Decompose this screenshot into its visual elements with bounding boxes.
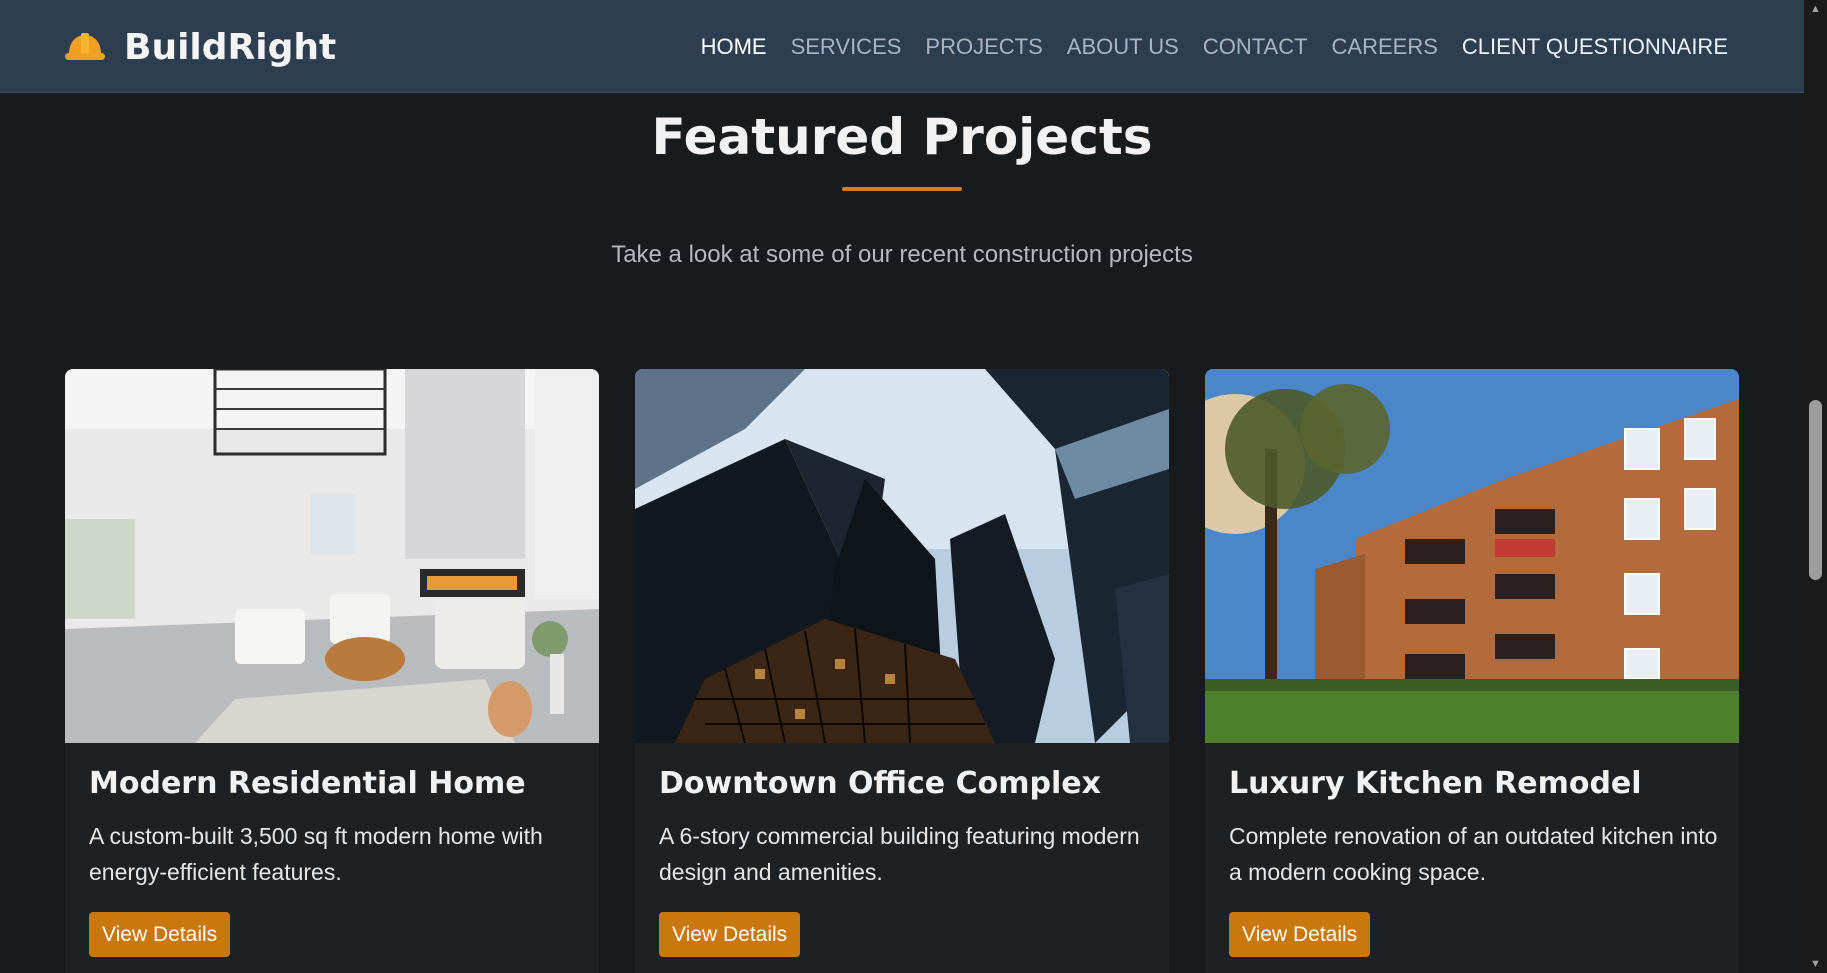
- nav-careers[interactable]: CAREERS: [1332, 34, 1438, 60]
- section-subtitle: Take a look at some of our recent constr…: [611, 241, 1193, 268]
- project-card-office: Downtown Office Complex A 6-story commer…: [635, 369, 1169, 973]
- card-title: Modern Residential Home: [89, 766, 526, 801]
- card-title: Luxury Kitchen Remodel: [1229, 766, 1642, 801]
- project-card-kitchen: Luxury Kitchen Remodel Complete renovati…: [1205, 369, 1739, 973]
- title-underline: [842, 187, 962, 191]
- card-description: Complete renovation of an outdated kitch…: [1229, 823, 1718, 885]
- page-scrollbar[interactable]: ▲ ▼: [1804, 0, 1827, 973]
- card-description: A custom-built 3,500 sq ft modern home w…: [89, 823, 543, 885]
- view-details-button[interactable]: View Details: [659, 912, 801, 957]
- brand-name: BuildRight: [124, 26, 337, 68]
- nav-client-questionnaire[interactable]: CLIENT QUESTIONNAIRE: [1462, 34, 1728, 60]
- brand-logo-link[interactable]: BuildRight: [64, 24, 336, 70]
- bright-living-room-photo: [65, 369, 599, 743]
- hardhat-icon: [65, 33, 105, 60]
- card-title: Downtown Office Complex: [659, 766, 1101, 801]
- nav-contact[interactable]: CONTACT: [1203, 34, 1308, 60]
- nav-services[interactable]: SERVICES: [791, 34, 902, 60]
- view-details-button[interactable]: View Details: [89, 912, 231, 957]
- card-description: A 6-story commercial building featuring …: [659, 823, 1140, 885]
- nav-home[interactable]: HOME: [701, 34, 767, 60]
- scroll-up-arrow-icon[interactable]: ▲: [1804, 0, 1827, 18]
- project-card-residential: Modern Residential Home A custom-built 3…: [65, 369, 599, 973]
- nav-about-us[interactable]: ABOUT US: [1067, 34, 1179, 60]
- view-details-button[interactable]: View Details: [1229, 912, 1371, 957]
- nav-projects[interactable]: PROJECTS: [925, 34, 1042, 60]
- scroll-thumb[interactable]: [1809, 400, 1822, 580]
- navbar: BuildRight HOME SERVICES PROJECTS ABOUT …: [0, 0, 1804, 93]
- scroll-down-arrow-icon[interactable]: ▼: [1804, 955, 1827, 973]
- brick-apartment-building-photo: [1205, 369, 1739, 743]
- main-nav: HOME SERVICES PROJECTS ABOUT US CONTACT …: [701, 0, 1728, 93]
- section-title: Featured Projects: [651, 108, 1153, 166]
- skyscrapers-from-below-photo: [635, 369, 1169, 743]
